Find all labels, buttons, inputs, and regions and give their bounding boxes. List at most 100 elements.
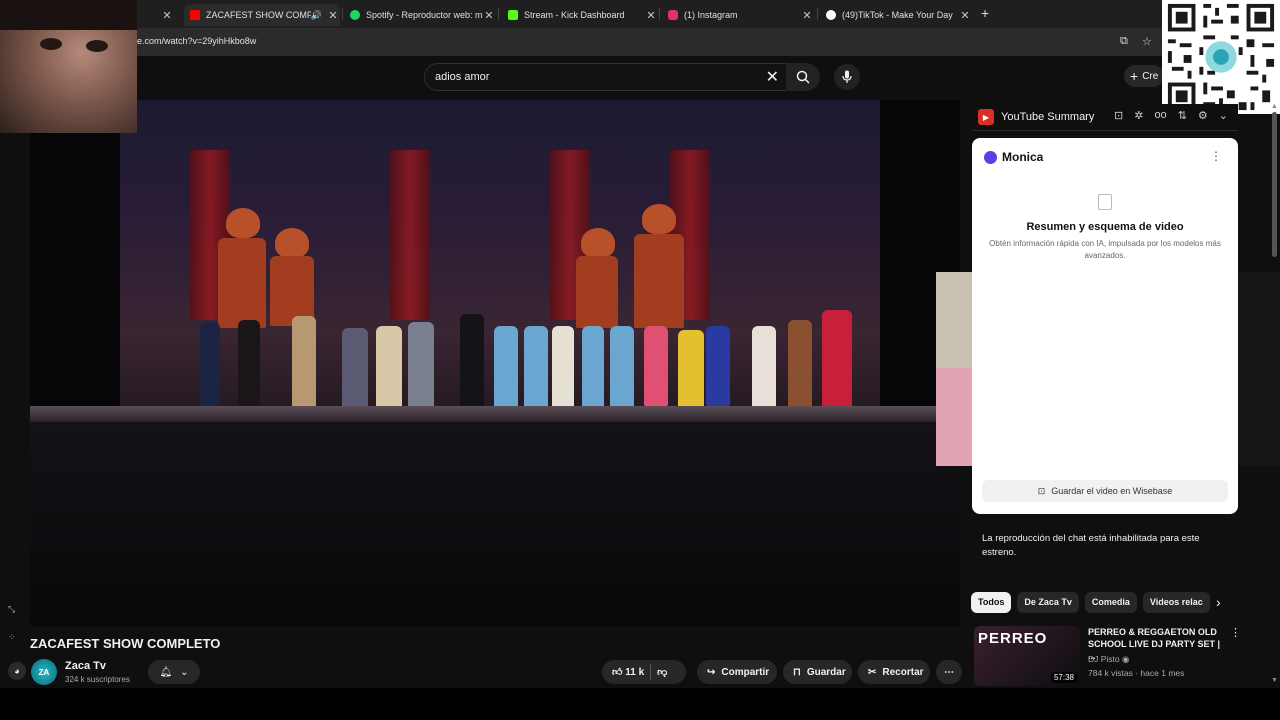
performer bbox=[524, 326, 548, 412]
divider bbox=[650, 664, 652, 680]
performer bbox=[822, 310, 852, 414]
audience-area bbox=[30, 422, 960, 626]
voice-search-button[interactable] bbox=[834, 64, 860, 90]
close-icon[interactable]: ✕ bbox=[644, 9, 658, 22]
tab-separator bbox=[342, 8, 343, 20]
performer bbox=[460, 314, 484, 412]
save-icon: ⊡ bbox=[1037, 485, 1046, 496]
expand-icon[interactable]: ⤡ bbox=[8, 604, 15, 615]
verified-icon: ◉ bbox=[1122, 654, 1130, 664]
chevron-down-icon[interactable]: ⌄ bbox=[1219, 109, 1228, 122]
chip-comedy[interactable]: Comedia bbox=[1084, 591, 1137, 613]
search-box[interactable]: adios amor ✕ bbox=[424, 63, 788, 91]
monica-panel: Monica ⋮ Resumen y esquema de video Obté… bbox=[972, 138, 1238, 514]
scroll-down-arrow-icon[interactable]: ▼ bbox=[1271, 677, 1278, 684]
search-button[interactable] bbox=[786, 63, 820, 91]
microphone-icon bbox=[842, 70, 852, 83]
notification-bell-button[interactable]: 🔔︎ ⌄ bbox=[148, 660, 200, 684]
performer bbox=[200, 322, 220, 412]
video-thumbnail[interactable]: PERREO 57:38 bbox=[974, 626, 1080, 686]
speaker-icon[interactable]: 🔊 bbox=[311, 10, 322, 21]
channel-avatar[interactable]: ZA bbox=[31, 659, 57, 685]
chip-all[interactable]: Todos bbox=[971, 591, 1012, 613]
youtube-summary-logo-icon: ▶ bbox=[978, 109, 994, 125]
url-text[interactable]: e.com/watch?v=29yihHkbo8w bbox=[137, 36, 256, 46]
browser-tab-bar: ✕ ZACAFEST SHOW COMPLETO 🔊 ✕ Spotify - R… bbox=[0, 0, 1280, 28]
channel-name[interactable]: Zaca Tv bbox=[65, 660, 106, 672]
filter-chips: Todos De Zaca Tv Comedia Videos relac bbox=[971, 591, 1231, 613]
tab-youtube[interactable]: ZACAFEST SHOW COMPLETO 🔊 ✕ bbox=[184, 4, 340, 26]
tab-tiktok[interactable]: (49)TikTok - Make Your Day ✕ bbox=[820, 4, 972, 26]
translate-icon[interactable]: ⇅ bbox=[1178, 109, 1187, 122]
performer bbox=[644, 326, 668, 406]
bookmark-star-icon[interactable]: ☆ bbox=[1142, 35, 1152, 48]
clip-button[interactable]: ✂ Recortar bbox=[858, 660, 930, 684]
recommended-video[interactable]: PERREO 57:38 PERREO & REGGAETON OLD SCHO… bbox=[974, 626, 1241, 688]
more-options-icon[interactable]: ⋮ bbox=[1210, 149, 1222, 163]
eye bbox=[40, 38, 62, 50]
more-options-icon[interactable]: ⋮ bbox=[1230, 626, 1241, 639]
performer bbox=[376, 326, 402, 412]
save-button[interactable]: ⊓ Guardar bbox=[783, 660, 852, 684]
tab-0[interactable]: ✕ bbox=[136, 4, 180, 26]
hair bbox=[0, 0, 137, 30]
performer bbox=[552, 326, 574, 412]
glasses-icon[interactable]: oo bbox=[1154, 109, 1166, 122]
openai-icon[interactable]: ✲ bbox=[1134, 109, 1143, 122]
thumbs-up-icon: 👍︎ bbox=[612, 667, 623, 678]
scrollbar-thumb[interactable] bbox=[1272, 112, 1277, 257]
tab-label: (49)TikTok - Make Your Day bbox=[842, 10, 953, 20]
close-icon[interactable]: ✕ bbox=[160, 9, 174, 22]
share-button[interactable]: ↪ Compartir bbox=[697, 660, 777, 684]
tab-separator bbox=[817, 8, 818, 20]
discord-icon[interactable]: ◕ bbox=[8, 662, 26, 680]
mascot bbox=[275, 228, 309, 258]
monica-title: Monica bbox=[1002, 150, 1044, 164]
chip-from-channel[interactable]: De Zaca Tv bbox=[1017, 591, 1079, 613]
tab-instagram[interactable]: (1) Instagram ✕ bbox=[662, 4, 814, 26]
chevron-right-icon[interactable]: › bbox=[1216, 594, 1221, 610]
bell-icon: 🔔︎ bbox=[159, 666, 173, 678]
youtube-summary-bar: ▶ YouTube Summary ⊡ ✲ oo ⇅ ⚙ ⌄ bbox=[972, 104, 1238, 131]
cast-icon[interactable]: ⧉ bbox=[1120, 35, 1128, 48]
summary-title[interactable]: Resumen y esquema de video bbox=[972, 221, 1238, 233]
new-tab-icon[interactable]: + bbox=[981, 5, 989, 21]
mascot bbox=[218, 238, 266, 328]
tab-separator bbox=[659, 8, 660, 20]
more-actions-button[interactable]: ⋯ bbox=[936, 660, 962, 684]
tab-spotify[interactable]: Spotify - Reproductor web: mú ✕ bbox=[344, 4, 496, 26]
mascot bbox=[634, 234, 684, 328]
summary-subtitle: Obtén información rápida con IA, impulsa… bbox=[989, 239, 1221, 260]
close-icon[interactable]: ✕ bbox=[958, 9, 972, 22]
scroll-up-arrow-icon[interactable]: ▲ bbox=[1271, 103, 1278, 110]
mascot bbox=[642, 204, 676, 234]
tab-kick[interactable]: Stream - Kick Dashboard ✕ bbox=[502, 4, 658, 26]
performer bbox=[494, 326, 518, 412]
create-label: Cre bbox=[1142, 70, 1159, 82]
close-icon[interactable]: ✕ bbox=[326, 9, 340, 22]
tab-separator bbox=[498, 8, 499, 20]
subscriber-count: 324 k suscriptores bbox=[65, 675, 130, 684]
video-duration: 57:38 bbox=[1050, 672, 1077, 683]
robot-icon[interactable]: ⊡ bbox=[1114, 109, 1123, 122]
close-icon[interactable]: ✕ bbox=[800, 9, 814, 22]
video-player[interactable] bbox=[30, 100, 960, 626]
clip-label: Recortar bbox=[882, 666, 924, 678]
settings-gear-icon[interactable]: ⚙ bbox=[1198, 109, 1208, 122]
performer bbox=[582, 326, 604, 412]
create-button[interactable]: + Cre bbox=[1124, 65, 1165, 87]
search-input[interactable]: adios amor bbox=[435, 71, 489, 83]
tab-label: Stream - Kick Dashboard bbox=[524, 10, 625, 20]
apps-icon[interactable]: ⁘ bbox=[8, 632, 16, 643]
performer bbox=[678, 330, 704, 410]
like-count: 11 k bbox=[625, 667, 645, 678]
close-icon[interactable]: ✕ bbox=[482, 9, 496, 22]
recommended-channel[interactable]: DJ Pisto ◉ bbox=[1088, 654, 1129, 665]
clear-search-icon[interactable]: ✕ bbox=[766, 67, 779, 87]
like-button[interactable]: 👍︎ 11 k bbox=[612, 666, 644, 678]
chip-related[interactable]: Videos relac bbox=[1142, 591, 1210, 613]
performer bbox=[610, 326, 634, 412]
dislike-button[interactable]: 👎︎ bbox=[657, 666, 667, 678]
wisebase-label: Guardar el video en Wisebase bbox=[1051, 486, 1173, 496]
save-to-wisebase-button[interactable]: ⊡ Guardar el video en Wisebase bbox=[982, 480, 1228, 502]
